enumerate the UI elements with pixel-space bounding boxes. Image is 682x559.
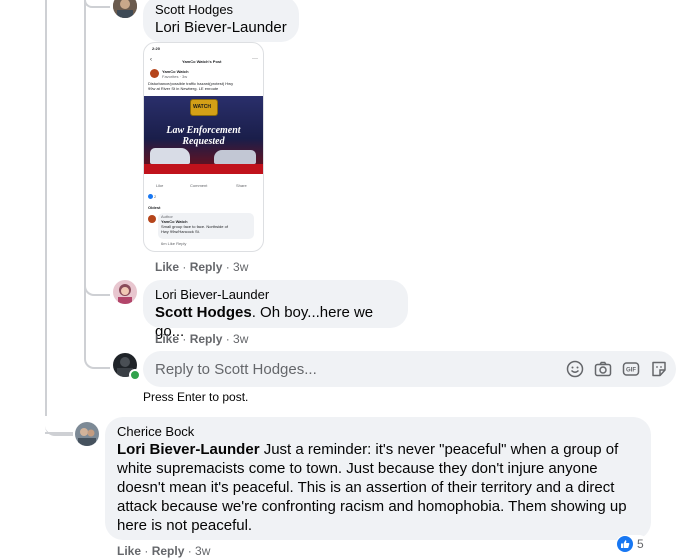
reaction-count: 5	[637, 537, 644, 551]
profile-photo-icon	[75, 422, 99, 446]
attachment-reaction-icon	[148, 194, 153, 199]
like-link[interactable]: Like	[155, 260, 179, 274]
press-enter-hint: Press Enter to post.	[143, 390, 249, 404]
comment-author[interactable]: Cherice Bock	[117, 424, 639, 440]
attachment-banner-line1: Law Enforcement	[166, 125, 241, 136]
comment-mention[interactable]: Lori Biever-Launder	[155, 19, 287, 36]
attachment-reaction-count: 2	[154, 194, 157, 199]
reply-input[interactable]	[155, 351, 545, 387]
comment-timestamp[interactable]: 3w	[233, 332, 248, 346]
comment-bubble: Lori Biever-Launder Scott Hodges. Oh boy…	[143, 280, 408, 340]
like-reaction-icon	[617, 536, 633, 552]
attachment-share: Share	[236, 183, 247, 188]
camera-icon[interactable]	[593, 359, 613, 379]
reply-composer: GIF	[143, 351, 676, 387]
comment-actions: Like · Reply · 3w	[155, 332, 249, 346]
avatar[interactable]	[113, 0, 137, 18]
police-car-icon	[214, 150, 256, 164]
thread-line-inner	[84, 0, 86, 357]
thread-branch-cherice-h	[45, 432, 73, 434]
comment-attachment-image[interactable]: 2:20 ‹ YamCo Watch's Post ··· YamCo Watc…	[143, 42, 264, 252]
svg-text:GIF: GIF	[626, 368, 636, 374]
attachment-banner-logo: WATCH	[190, 99, 218, 116]
attachment-sort: Oldest	[148, 205, 161, 210]
attachment-comment: Comment	[190, 183, 208, 188]
avatar[interactable]	[75, 422, 99, 446]
attachment-sub-text: Hwy 99w/Hancock St.	[161, 229, 200, 234]
attachment-status-time: 2:20	[152, 46, 161, 51]
comment-mention[interactable]: Lori Biever-Launder	[117, 441, 260, 458]
comment-actions: Like · Reply · 3w	[117, 544, 211, 558]
reply-link[interactable]: Reply	[190, 332, 223, 346]
attachment-post-text: 99w at River St in Newberg. LE enroute	[148, 86, 219, 91]
police-car-icon	[150, 148, 190, 164]
sticker-icon[interactable]	[649, 359, 669, 379]
thread-branch-lori	[84, 270, 110, 296]
reaction-badge[interactable]: 5	[616, 535, 648, 553]
comment-timestamp[interactable]: 3w	[233, 260, 248, 274]
comment-timestamp[interactable]: 3w	[195, 544, 210, 558]
profile-photo-icon	[113, 0, 137, 18]
attachment-page-avatar	[150, 69, 159, 78]
attachment-banner-line2: Requested	[182, 136, 225, 147]
like-link[interactable]: Like	[117, 544, 141, 558]
attachment-banner: WATCH Law Enforcement Requested	[144, 96, 263, 174]
attachment-like: Like	[156, 183, 164, 188]
thread-branch-replybox	[84, 345, 110, 369]
profile-photo-icon	[113, 280, 137, 304]
attachment-more-icon: ···	[252, 56, 258, 62]
attachment-meta: Favorites · 3w	[162, 74, 188, 79]
comment-bubble: Scott Hodges Lori Biever-Launder	[143, 0, 299, 42]
attachment-header: YamCo Watch's Post	[182, 59, 222, 64]
thread-branch-scott	[84, 0, 110, 8]
avatar[interactable]	[113, 280, 137, 304]
reply-link[interactable]: Reply	[190, 260, 223, 274]
thread-line-outer	[45, 0, 47, 416]
attachment-sub-actions: 6m Like Reply	[161, 241, 187, 246]
reply-link[interactable]: Reply	[152, 544, 185, 558]
comment-mention[interactable]: Scott Hodges	[155, 304, 252, 321]
attachment-back-icon: ‹	[150, 57, 152, 63]
emoji-icon[interactable]	[565, 359, 585, 379]
like-link[interactable]: Like	[155, 332, 179, 346]
gif-icon[interactable]: GIF	[621, 359, 641, 379]
attachment-sub-avatar	[148, 215, 156, 223]
attachment-banner-stripe	[144, 164, 263, 174]
comment-author[interactable]: Lori Biever-Launder	[155, 287, 396, 303]
comment-bubble: Cherice Bock Lori Biever-Launder Just a …	[105, 417, 651, 540]
comment-actions: Like · Reply · 3w	[155, 260, 249, 274]
comment-author[interactable]: Scott Hodges	[155, 2, 287, 18]
online-status-dot	[129, 369, 141, 381]
